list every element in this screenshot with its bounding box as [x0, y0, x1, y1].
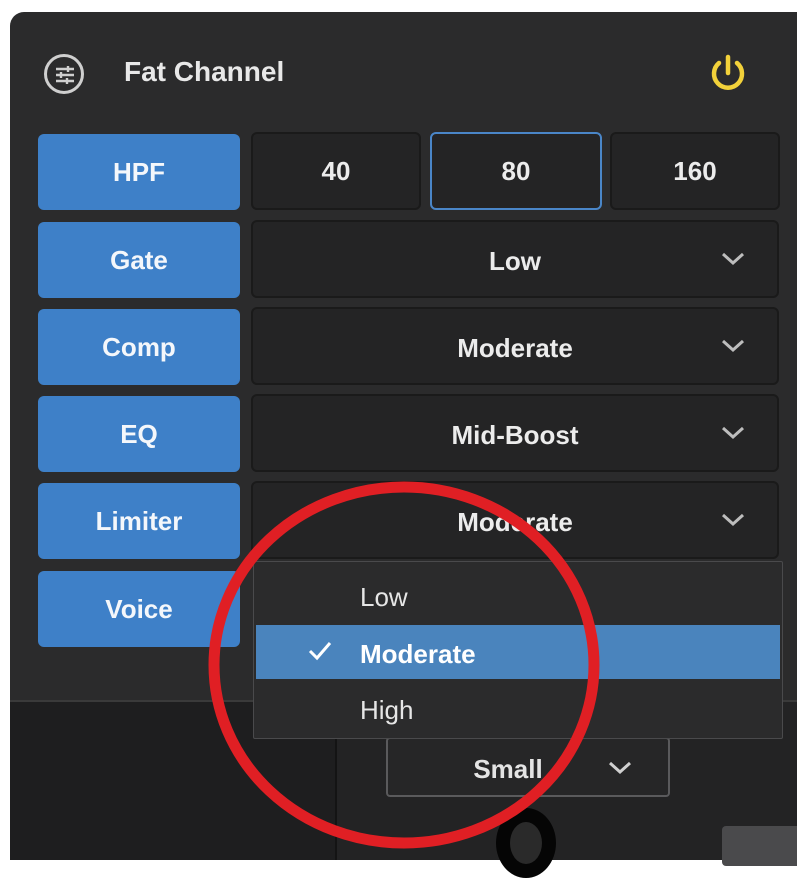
chevron-down-icon — [719, 505, 747, 540]
menu-item-low[interactable]: Low — [256, 568, 780, 622]
comp-button[interactable]: Comp — [38, 309, 240, 385]
limiter-dropdown[interactable]: Moderate — [251, 481, 779, 559]
eq-dropdown[interactable]: Mid-Boost — [251, 394, 779, 472]
hpf-option-160[interactable]: 160 — [610, 132, 780, 210]
menu-item-label: Moderate — [360, 639, 476, 669]
menu-item-moderate[interactable]: Moderate — [256, 625, 780, 679]
bottom-right-button[interactable] — [722, 826, 797, 866]
power-icon[interactable] — [706, 52, 750, 101]
gate-dropdown[interactable]: Low — [251, 220, 779, 298]
knob[interactable] — [496, 808, 556, 878]
sliders-icon[interactable] — [44, 54, 84, 94]
hpf-option-80[interactable]: 80 — [430, 132, 602, 210]
voice-button[interactable]: Voice — [38, 571, 240, 647]
size-select[interactable]: Small — [386, 737, 670, 797]
chevron-down-icon — [719, 331, 747, 366]
checkmark-icon — [306, 635, 334, 672]
comp-value: Moderate — [457, 333, 573, 363]
chevron-down-icon — [719, 244, 747, 279]
menu-item-high[interactable]: High — [256, 681, 780, 735]
comp-dropdown[interactable]: Moderate — [251, 307, 779, 385]
hpf-button[interactable]: HPF — [38, 134, 240, 210]
chevron-down-icon — [719, 418, 747, 453]
menu-item-label: High — [360, 695, 414, 725]
eq-button[interactable]: EQ — [38, 396, 240, 472]
panel-title: Fat Channel — [124, 56, 285, 87]
limiter-dropdown-menu: Low Moderate High — [253, 561, 783, 739]
gate-button[interactable]: Gate — [38, 222, 240, 298]
limiter-value: Moderate — [457, 507, 573, 537]
eq-value: Mid-Boost — [451, 420, 579, 450]
chevron-down-icon — [606, 753, 634, 788]
menu-item-label: Low — [360, 582, 408, 612]
gate-value: Low — [489, 246, 541, 276]
limiter-button[interactable]: Limiter — [38, 483, 240, 559]
hpf-option-40[interactable]: 40 — [251, 132, 421, 210]
size-select-value: Small — [473, 754, 543, 784]
